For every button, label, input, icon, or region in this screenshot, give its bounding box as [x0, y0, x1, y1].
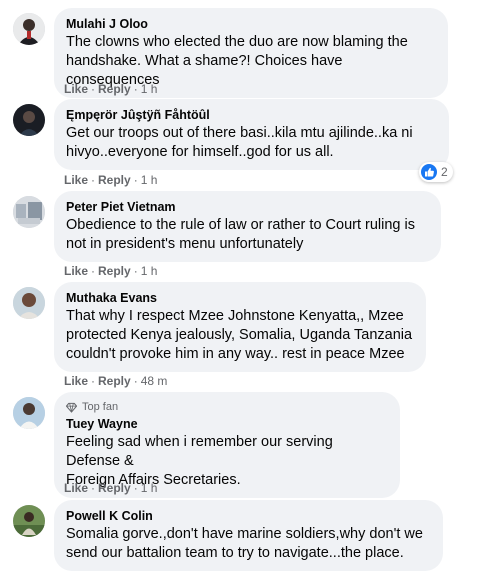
comment-text: That why I respect Mzee Johnstone Kenyat… [66, 308, 413, 362]
like-button[interactable]: Like [64, 82, 88, 96]
diamond-icon [66, 402, 77, 413]
comment-bubble: Powell K Colin Somalia gorve.,don't have… [54, 500, 443, 571]
comment-text: Obedience to the rule of law or rather t… [66, 217, 415, 252]
comment-time[interactable]: 48 m [141, 374, 168, 388]
comment-author[interactable]: Muthaka Evans [66, 290, 414, 306]
comment-author[interactable]: Peter Piet Vietnam [66, 199, 429, 215]
avatar[interactable] [13, 13, 45, 45]
comment-bubble: Peter Piet Vietnam Obedience to the rule… [54, 191, 441, 262]
separator: · [91, 481, 96, 495]
comment-time[interactable]: 1 h [141, 264, 158, 278]
separator: · [91, 264, 96, 278]
comment-author[interactable]: Mulahi J Oloo [66, 16, 436, 32]
comment-actions: Like · Reply · 48 m [64, 374, 167, 388]
separator: · [91, 173, 96, 187]
separator: · [133, 173, 138, 187]
comment-bubble: Ęmpęrör Jûştÿñ Fåhtöûl Get our troops ou… [54, 99, 449, 170]
avatar[interactable] [13, 287, 45, 319]
reaction-count: 2 [441, 165, 448, 179]
reaction-badge[interactable]: 2 [419, 162, 453, 182]
comment-actions: Like · Reply · 1 h [64, 481, 157, 495]
comment-time[interactable]: 1 h [141, 173, 158, 187]
like-button[interactable]: Like [64, 173, 88, 187]
reply-button[interactable]: Reply [98, 264, 131, 278]
comment-time[interactable]: 1 h [141, 82, 158, 96]
comment-author[interactable]: Tuey Wayne [66, 416, 388, 432]
separator: · [133, 264, 138, 278]
top-fan-label: Top fan [82, 401, 119, 413]
like-icon [421, 164, 437, 180]
separator: · [91, 374, 96, 388]
reply-button[interactable]: Reply [98, 82, 131, 96]
comment-time[interactable]: 1 h [141, 481, 158, 495]
reply-button[interactable]: Reply [98, 481, 131, 495]
like-button[interactable]: Like [64, 374, 88, 388]
comment-actions: Like · Reply · 1 h [64, 173, 157, 187]
comment-text: Somalia gorve.,don't have marine soldier… [66, 526, 423, 561]
separator: · [91, 82, 96, 96]
avatar[interactable] [13, 104, 45, 136]
avatar[interactable] [13, 397, 45, 429]
comment-author[interactable]: Powell K Colin [66, 508, 431, 524]
top-fan-badge: Top fan [66, 400, 388, 414]
comment-author[interactable]: Ęmpęrör Jûştÿñ Fåhtöûl [66, 107, 437, 123]
separator: · [133, 481, 138, 495]
like-button[interactable]: Like [64, 264, 88, 278]
avatar[interactable] [13, 196, 45, 228]
comment-actions: Like · Reply · 1 h [64, 82, 157, 96]
separator: · [133, 82, 138, 96]
comment-bubble: Muthaka Evans That why I respect Mzee Jo… [54, 282, 426, 372]
reply-button[interactable]: Reply [98, 374, 131, 388]
comment-text: Get our troops out of there basi..kila m… [66, 125, 413, 160]
comment-actions: Like · Reply · 1 h [64, 264, 157, 278]
separator: · [133, 374, 138, 388]
reply-button[interactable]: Reply [98, 173, 131, 187]
like-button[interactable]: Like [64, 481, 88, 495]
avatar[interactable] [13, 505, 45, 537]
